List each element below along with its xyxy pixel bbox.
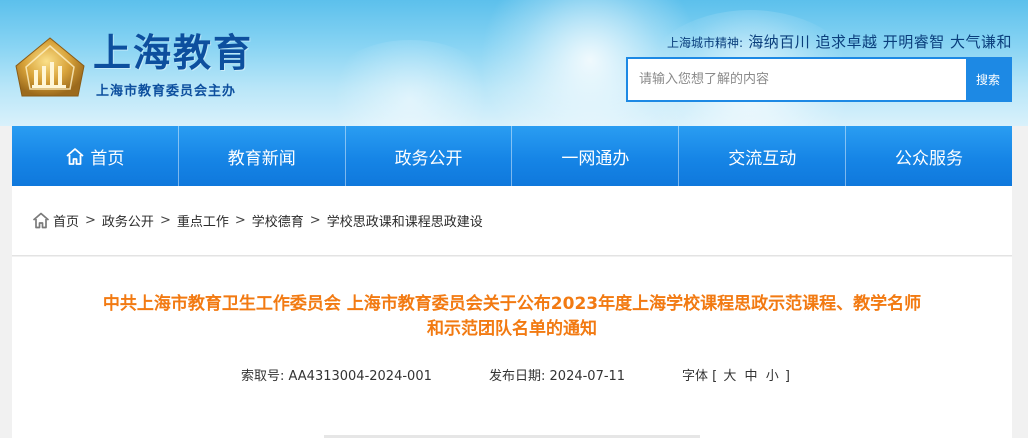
nav-item-interaction[interactable]: 交流互动 [679, 126, 847, 186]
home-icon [32, 212, 50, 229]
nav-item-label: 教育新闻 [227, 148, 296, 169]
nav-item-public-service[interactable]: 公众服务 [846, 126, 1012, 186]
motto-text: 海纳百川 追求卓越 开明睿智 大气谦和 [748, 33, 1012, 51]
site-logo-title[interactable]: 上海教育 [93, 30, 253, 76]
index-value: AA4313004-2024-001 [288, 369, 432, 384]
site-header: 上海教育 上海市教育委员会主办 上海城市精神: 海纳百川 追求卓越 开明睿智 大… [0, 0, 1028, 126]
search-button[interactable]: 搜索 [966, 59, 1010, 100]
breadcrumb-link-key-work[interactable]: 重点工作 [177, 211, 229, 230]
motto-label: 上海城市精神: [667, 36, 744, 50]
breadcrumb-separator: > [234, 213, 246, 228]
nav-item-label: 政务公开 [394, 148, 463, 169]
index-label: 索取号: [241, 369, 285, 384]
breadcrumb-link-home[interactable]: 首页 [53, 211, 79, 230]
article-panel: 中共上海市教育卫生工作委员会 上海市教育委员会关于公布2023年度上海学校课程思… [12, 257, 1012, 438]
breadcrumb-link-government-affairs[interactable]: 政务公开 [102, 211, 154, 230]
font-size-medium-button[interactable]: 中 [743, 369, 760, 384]
nav-item-home[interactable]: 首页 [12, 126, 179, 186]
nav-item-government-affairs[interactable]: 政务公开 [346, 126, 513, 186]
article-title-line: 中共上海市教育卫生工作委员会 上海市教育委员会关于公布2023年度上海学校课程思… [102, 294, 922, 314]
breadcrumb-separator: > [309, 213, 321, 228]
index-number: 索取号: AA4313004-2024-001 [241, 365, 432, 384]
site-logo-subtitle: 上海市教育委员会主办 [96, 84, 237, 99]
home-icon [66, 147, 84, 165]
font-size-bracket: [ [712, 369, 718, 384]
nav-item-education-news[interactable]: 教育新闻 [179, 126, 346, 186]
article-title-line: 和示范团队名单的通知 [427, 319, 597, 339]
font-size-control: 字体 [ 大 中 小 ] [682, 365, 790, 384]
article-title: 中共上海市教育卫生工作委员会 上海市教育委员会关于公布2023年度上海学校课程思… [32, 292, 992, 342]
breadcrumb-link-ideological-courses[interactable]: 学校思政课和课程思政建设 [327, 211, 483, 230]
font-size-small-button[interactable]: 小 [764, 369, 781, 384]
nav-item-label: 公众服务 [895, 148, 964, 169]
nav-item-label: 首页 [90, 148, 125, 169]
font-size-large-button[interactable]: 大 [721, 369, 738, 384]
font-size-label: 字体 [682, 369, 709, 384]
main-nav: 首页 教育新闻 政务公开 一网通办 交流互动 公众服务 [12, 126, 1012, 186]
font-size-bracket: ] [784, 369, 790, 384]
publish-date-value: 2024-07-11 [549, 369, 626, 384]
breadcrumb-separator: > [159, 213, 171, 228]
nav-item-one-stop-service[interactable]: 一网通办 [512, 126, 680, 186]
breadcrumb-link-moral-education[interactable]: 学校德育 [252, 211, 304, 230]
city-motto: 上海城市精神: 海纳百川 追求卓越 开明睿智 大气谦和 [667, 31, 1012, 52]
search-box: 搜索 [626, 57, 1012, 102]
breadcrumb-separator: > [85, 213, 96, 228]
nav-item-label: 交流互动 [728, 148, 797, 169]
shanghai-education-emblem-icon[interactable] [14, 36, 86, 102]
publish-date-label: 发布日期: [489, 369, 546, 384]
nav-item-label: 一网通办 [561, 148, 630, 169]
breadcrumb: 首页 > 政务公开 > 重点工作 > 学校德育 > 学校思政课和课程思政建设 [12, 186, 1012, 256]
search-input[interactable] [628, 59, 966, 100]
publish-date: 发布日期: 2024-07-11 [489, 365, 625, 384]
